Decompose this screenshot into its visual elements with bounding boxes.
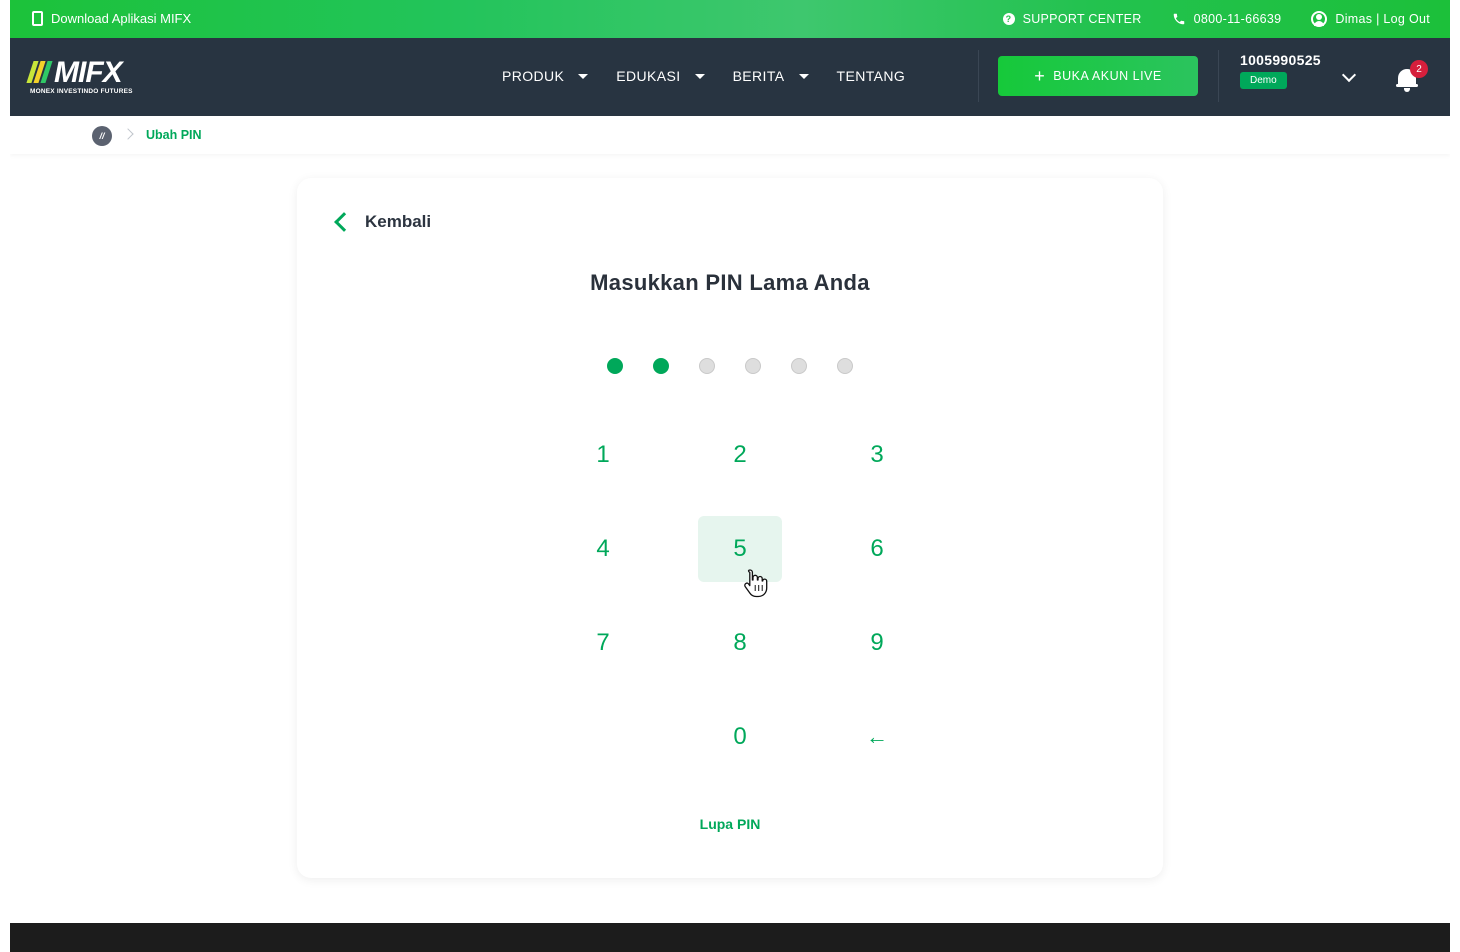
account-number: 1005990525 [1240,52,1321,68]
plus-icon: + [1034,66,1046,86]
nav-item-label: EDUKASI [616,68,681,84]
account-switcher[interactable]: 1005990525 Demo [1240,52,1321,89]
pin-dot-filled [653,358,669,374]
caret-down-icon [798,73,809,79]
nav-menu: PRODUK EDUKASI BERITA TENTANG [502,68,905,84]
download-app-link[interactable]: Download Aplikasi MIFX [32,11,191,26]
keypad-key-4[interactable]: 4 [561,516,645,582]
keypad-key-3[interactable]: 3 [835,422,919,488]
breadcrumb-current: Ubah PIN [146,128,202,142]
keypad-key-0[interactable]: 0 [698,704,782,770]
download-app-label: Download Aplikasi MIFX [51,11,192,26]
user-logout-link[interactable]: Dimas | Log Out [1311,11,1430,27]
page-title: Masukkan PIN Lama Anda [590,270,870,295]
nav-divider [978,50,979,102]
smartphone-icon [32,11,43,26]
keypad-key-7[interactable]: 7 [561,610,645,676]
logo-wordmark: MIFX [54,56,123,89]
nav-item-label: TENTANG [836,68,906,84]
user-icon [1311,11,1328,27]
notification-count-badge: 2 [1410,60,1428,78]
caret-down-icon [694,73,705,79]
logo-stripes [26,61,53,83]
chevron-right-icon [122,128,134,140]
keypad-key-1[interactable]: 1 [561,422,645,488]
chevron-down-icon[interactable] [1341,67,1357,83]
pin-indicator [607,358,853,374]
keypad-key-5[interactable]: 5 [698,516,782,582]
nav-item-berita[interactable]: BERITA [733,68,809,84]
top-bar: Download Aplikasi MIFX ? SUPPORT CENTER … [10,0,1450,38]
phone-icon [1173,13,1184,25]
main-navbar: MIFX MONEX INVESTINDO FUTURES PRODUK EDU… [10,38,1450,116]
pin-dot-filled [607,358,623,374]
back-button[interactable]: Kembali [331,212,431,232]
help-icon: ? [1002,13,1015,25]
keypad-key-6[interactable]: 6 [835,516,919,582]
chevron-left-icon [334,212,354,232]
nav-item-tentang[interactable]: TENTANG [837,68,906,84]
phone-number: 0800-11-66639 [1193,12,1282,26]
phone-link[interactable]: 0800-11-66639 [1172,12,1282,26]
pin-dot-empty [699,358,715,374]
mifx-logo[interactable]: MIFX MONEX INVESTINDO FUTURES [26,56,160,98]
support-center-label: SUPPORT CENTER [1022,12,1142,26]
backspace-button[interactable]: ← [835,704,919,770]
pin-dot-empty [745,358,761,374]
nav-divider [1218,50,1219,102]
footer [10,923,1450,952]
forgot-pin-link[interactable]: Lupa PIN [297,816,1163,832]
support-center-link[interactable]: ? SUPPORT CENTER [1002,12,1142,26]
notification-bell[interactable]: 2 [1396,60,1428,92]
app-frame: Download Aplikasi MIFX ? SUPPORT CENTER … [10,0,1450,952]
breadcrumb: // Ubah PIN [10,116,1450,154]
open-live-account-button[interactable]: + BUKA AKUN LIVE [998,56,1198,96]
logo-subtitle: MONEX INVESTINDO FUTURES [30,88,133,95]
nav-item-edukasi[interactable]: EDUKASI [616,68,705,84]
nav-item-label: BERITA [732,68,785,84]
pin-dot-empty [791,358,807,374]
keypad-key-8[interactable]: 8 [698,610,782,676]
top-bar-links: ? SUPPORT CENTER 0800-11-66639 Dimas | L… [1002,11,1430,27]
pin-dot-empty [837,358,853,374]
account-type-badge: Demo [1240,72,1287,89]
caret-down-icon [578,73,589,79]
arrow-left-icon: ← [866,724,888,749]
keypad-key-2[interactable]: 2 [698,422,782,488]
nav-item-produk[interactable]: PRODUK [502,68,589,84]
keypad-key-9[interactable]: 9 [835,610,919,676]
user-logout-label: Dimas | Log Out [1335,12,1430,26]
back-label: Kembali [365,212,432,231]
hand-pointer-cursor-icon [744,569,768,598]
nav-item-label: PRODUK [502,68,565,84]
open-live-account-label: BUKA AKUN LIVE [1053,69,1162,83]
home-icon[interactable]: // [92,126,112,146]
pin-card: Kembali Masukkan PIN Lama Anda 1 2 3 4 5… [297,178,1163,878]
